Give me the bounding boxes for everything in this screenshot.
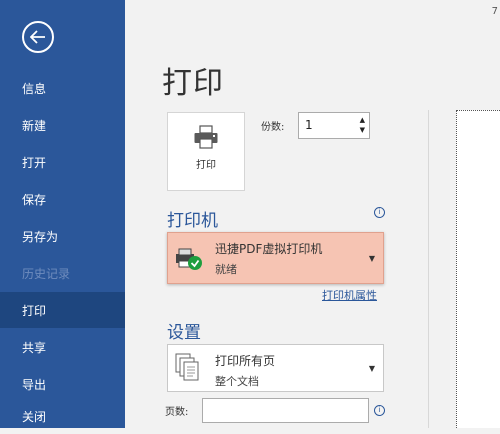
nav-item-open[interactable]: 打开 xyxy=(0,144,125,180)
nav-item-close[interactable]: 关闭 xyxy=(0,398,125,434)
nav-item-share[interactable]: 共享 xyxy=(0,329,125,365)
dropdown-arrow-icon: ▼ xyxy=(368,364,375,373)
pages-label: 页数: xyxy=(165,407,189,418)
arrow-left-icon xyxy=(30,30,45,44)
printer-ready-icon xyxy=(176,248,202,270)
print-button[interactable]: 打印 xyxy=(167,112,245,191)
panel-divider xyxy=(428,110,429,428)
nav-item-save-as[interactable]: 另存为 xyxy=(0,218,125,254)
back-button[interactable] xyxy=(22,21,54,53)
info-icon[interactable]: i xyxy=(374,207,385,218)
spin-down-icon[interactable]: ▼ xyxy=(360,125,365,135)
print-range-sub: 整个文档 xyxy=(215,375,259,388)
nav-item-info[interactable]: 信息 xyxy=(0,70,125,106)
printer-status: 就绪 xyxy=(215,263,237,276)
copies-spin-arrows[interactable]: ▲ ▼ xyxy=(360,115,365,135)
copies-spinner[interactable]: 1 ▲ ▼ xyxy=(298,112,370,139)
pages-icon xyxy=(175,353,199,381)
print-button-label: 打印 xyxy=(196,160,216,171)
pages-info-icon[interactable]: i xyxy=(374,405,385,416)
nav-item-print[interactable]: 打印 xyxy=(0,292,125,328)
copies-value: 1 xyxy=(305,118,313,132)
nav-item-export[interactable]: 导出 xyxy=(0,366,125,402)
page-number: 7 xyxy=(491,6,498,17)
settings-section-title: 设置 xyxy=(167,323,201,343)
printer-icon xyxy=(194,125,218,149)
spin-up-icon[interactable]: ▲ xyxy=(360,115,365,125)
pages-input[interactable] xyxy=(202,398,369,423)
page-title: 打印 xyxy=(162,66,224,101)
backstage-sidebar: 信息 新建 打开 保存 另存为 历史记录 打印 共享 导出 关闭 xyxy=(0,0,125,428)
printer-section-title: 打印机 xyxy=(167,211,218,231)
dropdown-arrow-icon: ▼ xyxy=(368,254,375,263)
print-range-main: 打印所有页 xyxy=(215,354,276,368)
nav-item-save[interactable]: 保存 xyxy=(0,181,125,217)
copies-label: 份数: xyxy=(261,122,285,133)
printer-dropdown[interactable]: 迅捷PDF虚拟打印机 就绪 ▼ xyxy=(167,232,384,284)
printer-properties-link[interactable]: 打印机属性 xyxy=(322,287,377,303)
print-preview xyxy=(456,110,500,428)
print-panel: 打印 打印 份数: 1 ▲ ▼ 打印机 i 迅捷PDF虚拟打印机 就绪 ▼ 打印… xyxy=(125,0,500,428)
nav-item-history: 历史记录 xyxy=(22,266,71,281)
printer-name: 迅捷PDF虚拟打印机 xyxy=(215,242,323,256)
nav-item-new[interactable]: 新建 xyxy=(0,107,125,143)
print-range-dropdown[interactable]: 打印所有页 整个文档 ▼ xyxy=(167,344,384,392)
